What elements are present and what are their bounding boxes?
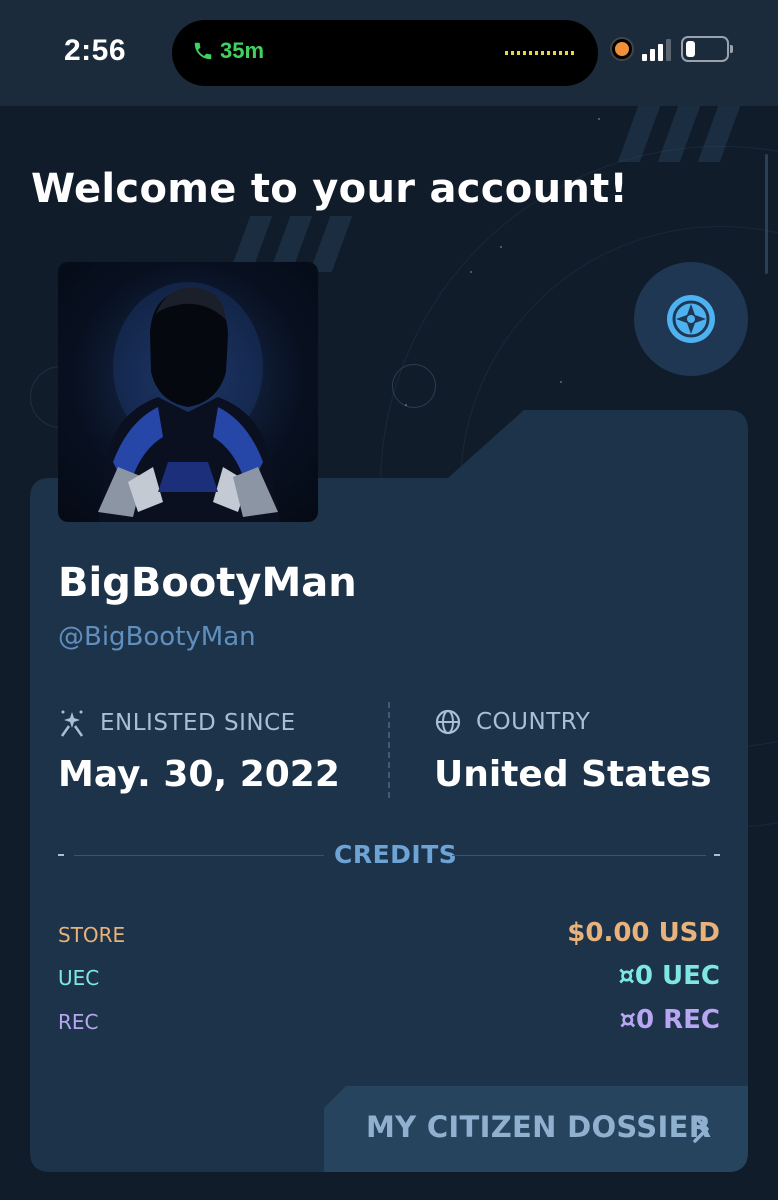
country-label: COUNTRY — [434, 708, 590, 736]
credits-divider-tick-right — [714, 854, 720, 856]
call-indicator: 35m — [192, 38, 264, 64]
enlisted-label-text: ENLISTED SINCE — [100, 710, 296, 736]
credits-divider-left — [74, 855, 324, 856]
avatar-image — [98, 282, 280, 522]
credits-heading: CREDITS — [334, 840, 458, 869]
user-handle: @BigBootyMan — [58, 622, 256, 652]
chevron-right-icon — [693, 1115, 709, 1143]
credit-value-rec: ¤0 REC — [619, 1005, 720, 1035]
globe-icon — [435, 709, 461, 735]
status-bar: 2:56 35m — [0, 0, 778, 106]
credit-value-uec: ¤0 UEC — [618, 961, 720, 991]
dynamic-island[interactable]: 35m — [172, 20, 598, 86]
enlisted-label: ENLISTED SINCE — [58, 708, 296, 738]
radar-button[interactable] — [634, 262, 748, 376]
battery-icon — [681, 36, 733, 62]
status-icons — [612, 36, 733, 62]
recording-indicator-icon — [612, 39, 632, 59]
avatar[interactable] — [58, 262, 318, 522]
credit-label-uec: UEC — [58, 966, 100, 990]
credits-divider-right — [452, 855, 706, 856]
phone-icon — [194, 42, 212, 60]
credit-label-rec: REC — [58, 1010, 99, 1034]
country-value: United States — [434, 754, 712, 795]
status-time: 2:56 — [64, 34, 127, 67]
page-title: Welcome to your account! — [31, 166, 629, 212]
enlisted-icon — [60, 710, 84, 737]
signal-icon — [642, 37, 671, 61]
credit-value-store: $0.00 USD — [567, 918, 720, 948]
credit-label-store: STORE — [58, 923, 126, 947]
enlisted-value: May. 30, 2022 — [58, 754, 340, 795]
citizen-dossier-button[interactable]: MY CITIZEN DOSSIER — [324, 1086, 748, 1172]
username: BigBootyMan — [58, 560, 357, 606]
radar-icon — [667, 295, 715, 343]
credits-divider-tick-left — [58, 854, 64, 856]
audio-waveform — [505, 51, 577, 55]
citizen-dossier-label: MY CITIZEN DOSSIER — [366, 1110, 712, 1144]
info-divider — [388, 702, 390, 798]
call-duration: 35m — [220, 38, 265, 63]
country-label-text: COUNTRY — [476, 709, 591, 735]
